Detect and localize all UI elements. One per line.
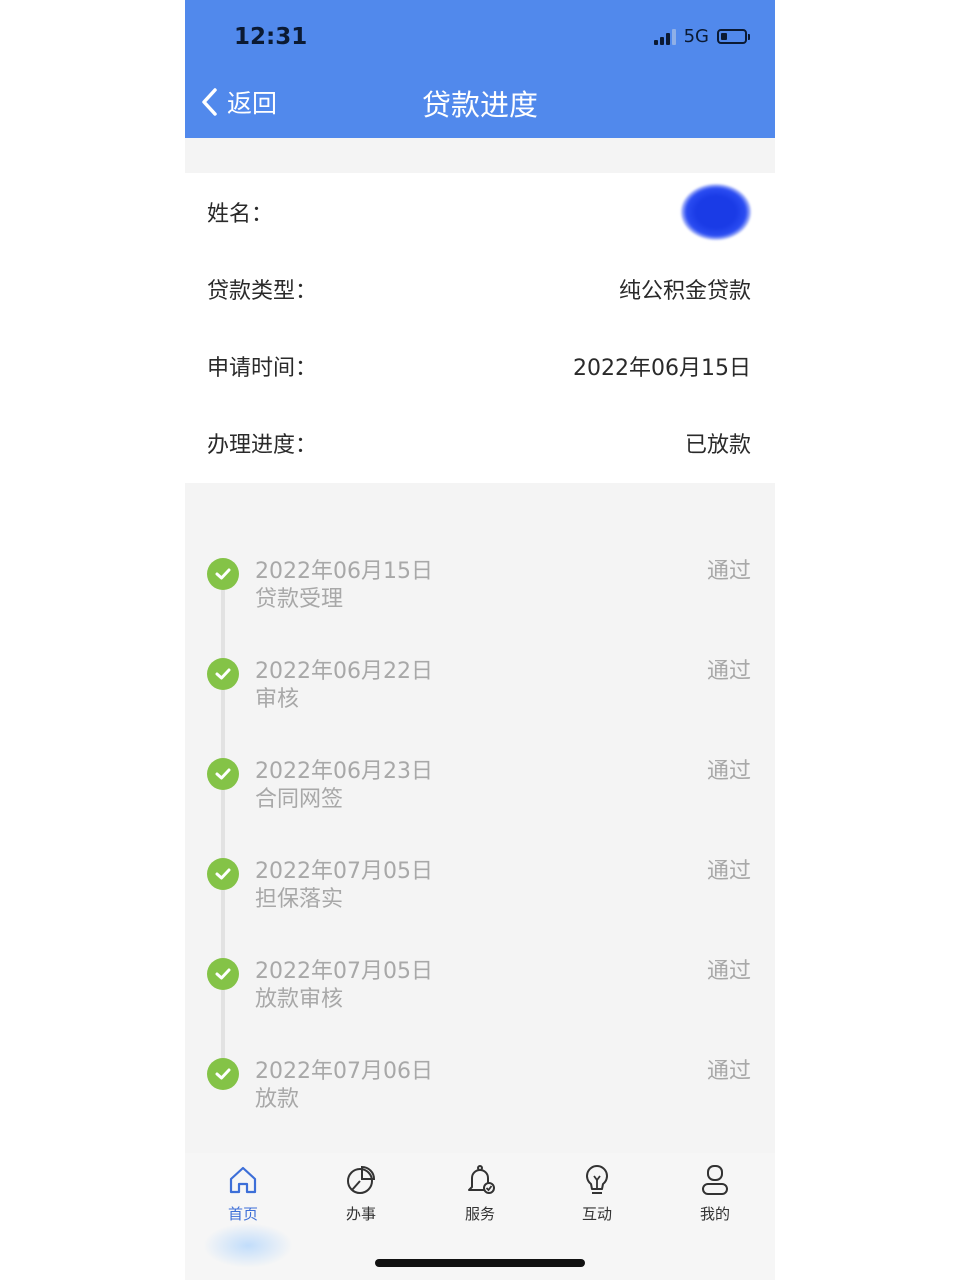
tab-label: 我的 (699, 1205, 730, 1223)
tab-home[interactable]: 首页 (203, 1163, 283, 1224)
signal-icon (653, 28, 676, 45)
status-indicators: 5G (653, 26, 750, 47)
timeline-step: 放款审核 (255, 987, 344, 1012)
battery-icon (717, 29, 750, 44)
tab-highlight-glow (203, 1223, 293, 1268)
info-value: 纯公积金贷款 (618, 279, 751, 304)
timeline-status: 通过 (706, 659, 751, 684)
info-row-apply-time: 申请时间： 2022年06月15日 (207, 346, 751, 386)
progress-timeline: 2022年06月15日 贷款受理 通过 2022年06月22日 审核 通过 20… (185, 483, 775, 1153)
home-indicator[interactable] (375, 1259, 585, 1267)
info-value: 已放款 (684, 433, 751, 458)
timeline-item: 2022年06月15日 贷款受理 通过 (185, 553, 775, 623)
tab-interaction[interactable]: 互动 (557, 1163, 637, 1224)
user-icon (702, 1165, 728, 1195)
timeline-step: 合同网签 (255, 787, 344, 812)
timeline-status: 通过 (706, 859, 751, 884)
info-label: 贷款类型： (207, 279, 318, 304)
info-row-loan-type: 贷款类型： 纯公积金贷款 (207, 269, 751, 309)
check-circle-icon (207, 958, 239, 990)
timeline-status: 通过 (706, 959, 751, 984)
tab-service[interactable]: 服务 (440, 1163, 520, 1224)
timeline-status: 通过 (706, 1059, 751, 1084)
timeline-step: 担保落实 (255, 887, 344, 912)
redacted-name (681, 184, 751, 240)
timeline-step: 放款 (255, 1087, 300, 1112)
tab-label: 服务 (464, 1205, 495, 1223)
timeline-item: 2022年07月05日 担保落实 通过 (185, 853, 775, 923)
app-screen: 12:31 5G 返回 贷款进度 姓名： 贷款类型： 纯公积金贷款 申请时间： … (185, 0, 775, 1280)
loan-info-card: 姓名： 贷款类型： 纯公积金贷款 申请时间： 2022年06月15日 办理进度：… (185, 173, 775, 483)
info-value: 2022年06月15日 (573, 356, 751, 381)
info-row-name: 姓名： (207, 184, 751, 240)
tab-services-work[interactable]: 办事 (321, 1163, 401, 1224)
check-circle-icon (207, 1058, 239, 1090)
tab-label: 办事 (345, 1205, 376, 1223)
header: 12:31 5G 返回 贷款进度 (185, 0, 775, 138)
pie-chart-icon (347, 1165, 376, 1194)
timeline-step: 贷款受理 (255, 587, 344, 612)
timeline-status: 通过 (706, 559, 751, 584)
check-circle-icon (207, 758, 239, 790)
timeline-item: 2022年06月23日 合同网签 通过 (185, 753, 775, 823)
timeline-item: 2022年07月06日 放款 通过 (185, 1053, 775, 1123)
tab-label: 首页 (227, 1205, 258, 1223)
page-title: 贷款进度 (421, 88, 538, 122)
timeline-step: 审核 (255, 687, 300, 712)
home-icon (229, 1166, 257, 1194)
check-circle-icon (207, 658, 239, 690)
check-circle-icon (207, 558, 239, 590)
info-label: 姓名： (207, 202, 274, 227)
status-time: 12:31 (234, 24, 308, 50)
timeline-status: 通过 (706, 759, 751, 784)
info-row-progress: 办理进度： 已放款 (207, 423, 751, 463)
lightbulb-icon (586, 1165, 608, 1194)
bell-check-icon (468, 1165, 495, 1194)
timeline-item: 2022年07月05日 放款审核 通过 (185, 953, 775, 1023)
info-label: 办理进度： (207, 433, 318, 458)
info-label: 申请时间： (207, 356, 318, 381)
timeline-item: 2022年06月22日 审核 通过 (185, 653, 775, 723)
tab-label: 互动 (581, 1205, 612, 1223)
network-label: 5G (683, 26, 709, 47)
tab-mine[interactable]: 我的 (675, 1163, 755, 1224)
check-circle-icon (207, 858, 239, 890)
